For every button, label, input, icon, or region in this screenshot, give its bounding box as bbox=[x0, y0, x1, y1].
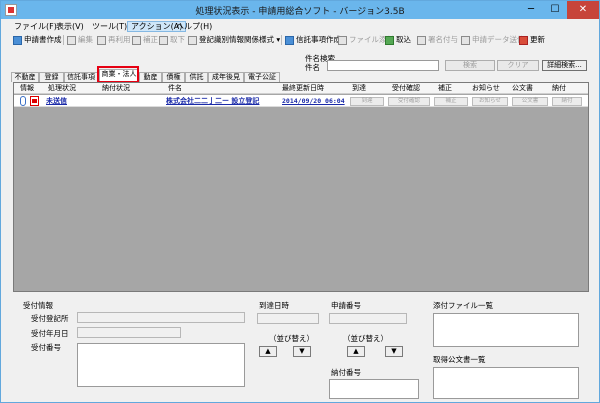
withdraw-icon bbox=[159, 36, 168, 45]
arrival-datetime-field bbox=[257, 313, 319, 324]
maximize-button[interactable]: ☐ bbox=[543, 1, 567, 19]
reuse-button[interactable]: 再利用 bbox=[97, 34, 131, 46]
sign-icon bbox=[417, 36, 426, 45]
col-status[interactable]: 処理状況 bbox=[48, 84, 76, 93]
reception-number-label: 受付番号 bbox=[31, 343, 61, 352]
toolbar-separator bbox=[63, 35, 64, 45]
col-info[interactable]: 情報 bbox=[20, 84, 34, 93]
trust-icon bbox=[285, 36, 294, 45]
menu-view[interactable]: 表示(V) bbox=[53, 21, 87, 32]
col-reception-confirm[interactable]: 受付確認 bbox=[392, 84, 420, 93]
form-icon bbox=[188, 36, 197, 45]
menu-tools[interactable]: ツール(T) bbox=[89, 21, 130, 32]
subject-search-label: 件名 bbox=[305, 63, 320, 72]
reception-date-field bbox=[77, 327, 181, 338]
registration-info-dropdown[interactable]: 登記識別情報関係様式 ▾ bbox=[188, 34, 280, 46]
table-row[interactable]: 未送信 株式会社二二亅二ー 設立登記 2014/09/20 06:04 到達 受… bbox=[14, 95, 588, 107]
sign-button[interactable]: 署名付与 bbox=[417, 34, 458, 46]
toolbar: 申請書作成 編集 再利用 補正 取下 登記識別情報関係様式 ▾ 信託事項作成 フ… bbox=[1, 33, 599, 47]
col-subject[interactable]: 件名 bbox=[168, 84, 182, 93]
application-sort-up-button[interactable]: ▲ bbox=[347, 346, 365, 357]
refresh-button[interactable]: 更新 bbox=[519, 34, 545, 46]
reception-number-list[interactable] bbox=[77, 343, 245, 387]
arrival-datetime-label: 到達日時 bbox=[259, 301, 289, 310]
create-application-button[interactable]: 申請書作成 bbox=[13, 34, 62, 46]
tab-real-estate[interactable]: 不動産 bbox=[11, 72, 39, 82]
tab-deposit[interactable]: 供託 bbox=[185, 72, 208, 82]
tab-claims[interactable]: 債権 bbox=[162, 72, 185, 82]
tab-trust[interactable]: 信託事項 bbox=[64, 72, 98, 82]
arrival-sort-up-button[interactable]: ▲ bbox=[259, 346, 277, 357]
col-arrival[interactable]: 到達 bbox=[352, 84, 366, 93]
import-icon bbox=[385, 36, 394, 45]
col-payment-status[interactable]: 納付状況 bbox=[102, 84, 130, 93]
retrieve-button[interactable]: 取込 bbox=[385, 34, 411, 46]
edit-button[interactable]: 編集 bbox=[67, 34, 93, 46]
tab-registration[interactable]: 登録 bbox=[39, 72, 64, 82]
reuse-icon bbox=[97, 36, 106, 45]
menu-help[interactable]: ヘルプ(H) bbox=[173, 21, 215, 32]
tab-movables[interactable]: 動産 bbox=[139, 72, 162, 82]
tab-guardianship[interactable]: 成年後見 bbox=[208, 72, 244, 82]
subject-search-input[interactable] bbox=[327, 60, 439, 71]
reception-office-field bbox=[77, 312, 245, 323]
row-official-doc-button[interactable]: 公文書 bbox=[512, 97, 548, 106]
col-last-updated[interactable]: 最終更新日時 bbox=[282, 84, 324, 93]
refresh-icon bbox=[519, 36, 528, 45]
official-documents-list[interactable] bbox=[433, 367, 579, 399]
row-subject-link[interactable]: 株式会社二二亅二ー 設立登記 bbox=[166, 96, 259, 106]
paperclip-icon bbox=[20, 96, 26, 106]
toolbar-separator bbox=[281, 35, 282, 45]
row-updated-datetime[interactable]: 2014/09/20 06:04 bbox=[282, 96, 345, 106]
payment-number-label: 納付番号 bbox=[331, 368, 361, 377]
arrival-sort-down-button[interactable]: ▼ bbox=[293, 346, 311, 357]
edit-icon bbox=[67, 36, 76, 45]
send-data-button[interactable]: 申請データ送信 bbox=[461, 34, 525, 46]
row-notice-button[interactable]: お知らせ bbox=[472, 97, 508, 106]
payment-number-list[interactable] bbox=[329, 379, 419, 399]
withdraw-button[interactable]: 取下 bbox=[159, 34, 185, 46]
row-correction-button[interactable]: 補正 bbox=[434, 97, 468, 106]
col-payment[interactable]: 納付 bbox=[552, 84, 566, 93]
clear-button[interactable]: クリア bbox=[497, 60, 539, 71]
attach-icon bbox=[338, 36, 347, 45]
reception-info-heading: 受付情報 bbox=[23, 301, 53, 310]
arrival-sort-label: （並び替え） bbox=[269, 334, 314, 343]
correct-icon bbox=[132, 36, 141, 45]
menu-bar: ファイル(F) 表示(V) ツール(T) アクション(A) ヘルプ(H) bbox=[1, 20, 599, 32]
application-number-field bbox=[329, 313, 407, 324]
tab-notary[interactable]: 電子公証 bbox=[244, 72, 280, 82]
row-reception-confirm-button[interactable]: 受付確認 bbox=[388, 97, 430, 106]
app-window: 処理状況表示 - 申請用総合ソフト - バージョン3.5B ─ ☐ ✕ ファイル… bbox=[0, 0, 600, 403]
new-document-icon bbox=[13, 36, 22, 45]
tab-commercial-corporate[interactable]: 商業・法人 bbox=[99, 69, 139, 82]
document-icon bbox=[30, 96, 39, 106]
application-sort-down-button[interactable]: ▼ bbox=[385, 346, 403, 357]
status-table: 情報 処理状況 納付状況 件名 最終更新日時 到達 受付確認 補正 お知らせ 公… bbox=[13, 82, 589, 292]
search-button[interactable]: 検索 bbox=[445, 60, 495, 71]
attached-files-list[interactable] bbox=[433, 313, 579, 347]
window-title: 処理状況表示 - 申請用総合ソフト - バージョン3.5B bbox=[195, 7, 405, 17]
col-notice[interactable]: お知らせ bbox=[472, 84, 500, 93]
minimize-button[interactable]: ─ bbox=[519, 1, 543, 19]
title-bar: 処理状況表示 - 申請用総合ソフト - バージョン3.5B ─ ☐ ✕ bbox=[1, 1, 599, 19]
application-sort-label: （並び替え） bbox=[343, 334, 388, 343]
reception-date-label: 受付年月日 bbox=[31, 329, 69, 338]
close-button[interactable]: ✕ bbox=[567, 1, 599, 19]
official-documents-label: 取得公文書一覧 bbox=[433, 355, 486, 364]
detail-search-button[interactable]: 詳細検索... bbox=[542, 60, 587, 71]
trust-item-button[interactable]: 信託事項作成 bbox=[285, 34, 341, 46]
row-status-link[interactable]: 未送信 bbox=[46, 96, 67, 106]
row-arrival-button[interactable]: 到達 bbox=[350, 97, 384, 106]
send-icon bbox=[461, 36, 470, 45]
correct-button[interactable]: 補正 bbox=[132, 34, 158, 46]
table-header: 情報 処理状況 納付状況 件名 最終更新日時 到達 受付確認 補正 お知らせ 公… bbox=[14, 83, 588, 94]
reception-office-label: 受付登記所 bbox=[31, 314, 69, 323]
col-official-doc[interactable]: 公文書 bbox=[512, 84, 533, 93]
attached-files-label: 添付ファイル一覧 bbox=[433, 301, 493, 310]
application-number-label: 申請番号 bbox=[331, 301, 361, 310]
row-payment-button[interactable]: 納付 bbox=[552, 97, 582, 106]
col-correction[interactable]: 補正 bbox=[438, 84, 452, 93]
